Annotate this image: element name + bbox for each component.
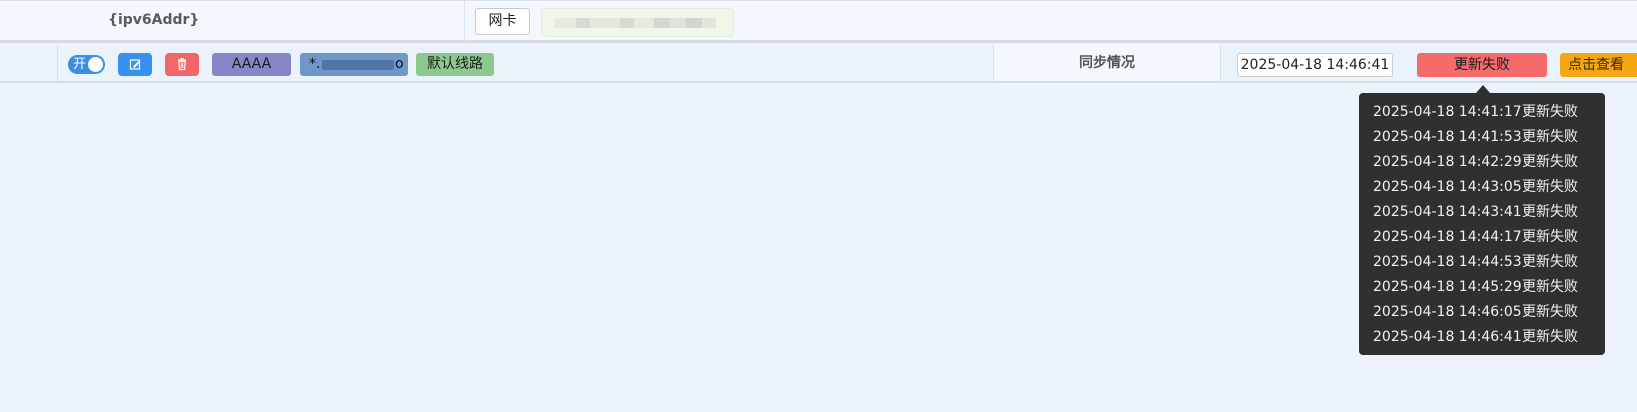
edit-button[interactable] [118,53,152,76]
tooltip-arrow [1476,85,1490,93]
history-time: 2025-04-18 14:41:17 [1373,104,1522,120]
history-time: 2025-04-18 14:46:05 [1373,304,1522,320]
toggle-knob [88,57,103,72]
history-row: 2025-04-18 14:44:53 更新失败 [1359,250,1605,275]
domain-prefix: *. [309,56,321,72]
record-type-tag: AAAA [212,53,291,76]
history-time: 2025-04-18 14:44:17 [1373,229,1522,245]
history-time: 2025-04-18 14:46:41 [1373,329,1522,345]
delete-button[interactable] [165,53,199,76]
history-status: 更新失败 [1522,254,1578,270]
history-row: 2025-04-18 14:46:05 更新失败 [1359,300,1605,325]
history-time: 2025-04-18 14:45:29 [1373,279,1522,295]
history-row: 2025-04-18 14:44:17 更新失败 [1359,225,1605,250]
line-tag: 默认线路 [416,53,494,76]
nic-button[interactable]: 网卡 [475,8,530,35]
dns-record-row: 开 AAAA *. o 默认线路 同步情况 2025-04-18 14:46:4… [0,45,1637,83]
history-status: 更新失败 [1522,204,1578,220]
history-row: 2025-04-18 14:42:29 更新失败 [1359,150,1605,175]
interface-row: {ipv6Addr} 网卡 [0,0,1637,43]
history-status: 更新失败 [1522,279,1578,295]
history-row: 2025-04-18 14:43:05 更新失败 [1359,175,1605,200]
domain-suffix: o [395,56,404,72]
domain-tag: *. o [300,53,408,76]
last-update-time: 2025-04-18 14:46:41 [1237,53,1393,77]
history-status: 更新失败 [1522,329,1578,345]
history-status: 更新失败 [1522,179,1578,195]
history-row: 2025-04-18 14:46:41 更新失败 [1359,325,1605,350]
history-status: 更新失败 [1522,154,1578,170]
history-row: 2025-04-18 14:41:17 更新失败 [1359,100,1605,125]
sync-status-label: 同步情况 [993,45,1221,81]
history-row: 2025-04-18 14:45:29 更新失败 [1359,275,1605,300]
ipv6-addr-label: {ipv6Addr} [108,12,200,28]
history-status: 更新失败 [1522,104,1578,120]
trash-icon [178,58,186,71]
history-row: 2025-04-18 14:43:41 更新失败 [1359,200,1605,225]
history-row: 2025-04-18 14:41:53 更新失败 [1359,125,1605,150]
enable-toggle[interactable]: 开 [68,55,105,74]
history-time: 2025-04-18 14:42:29 [1373,154,1522,170]
update-history-tooltip: 2025-04-18 14:41:17 更新失败 2025-04-18 14:4… [1359,93,1605,355]
status-badge[interactable]: 更新失败 [1417,53,1547,77]
edit-icon [129,59,141,70]
cell-divider [57,45,58,81]
history-status: 更新失败 [1522,129,1578,145]
nic-address-value-redacted [541,8,734,37]
history-time: 2025-04-18 14:41:53 [1373,129,1522,145]
toggle-label: 开 [73,57,87,72]
history-time: 2025-04-18 14:43:41 [1373,204,1522,220]
history-status: 更新失败 [1522,229,1578,245]
history-time: 2025-04-18 14:44:53 [1373,254,1522,270]
domain-redacted [322,60,394,70]
address-cell: {ipv6Addr} [0,1,465,41]
history-status: 更新失败 [1522,304,1578,320]
view-details-button[interactable]: 点击查看 [1560,53,1637,77]
history-time: 2025-04-18 14:43:05 [1373,179,1522,195]
